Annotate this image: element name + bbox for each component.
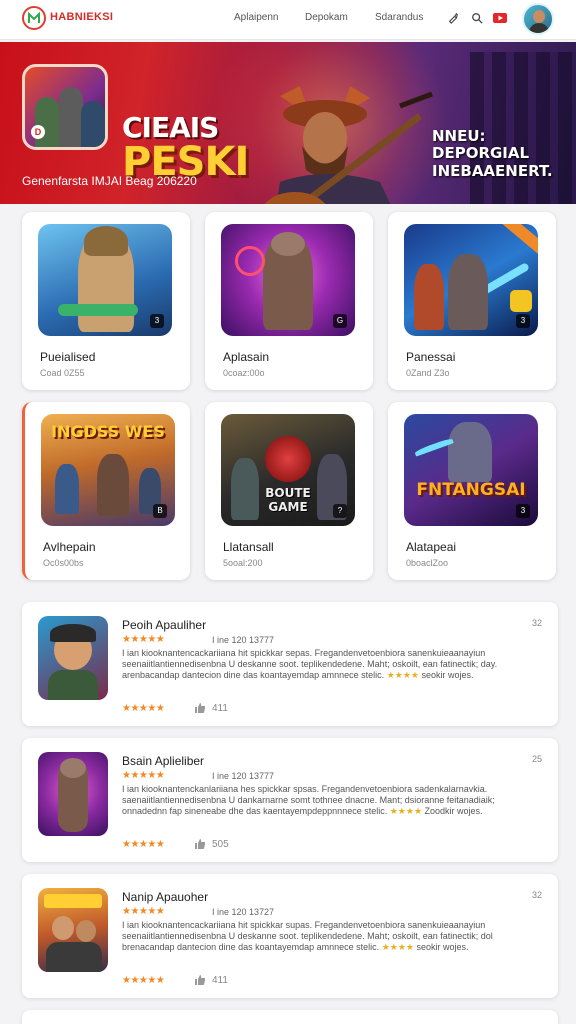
review-bottom-stars: ★★★★★ (122, 975, 165, 986)
review-date: I ine 120 13727 (212, 907, 275, 917)
game-thumbnail[interactable]: 3 (38, 224, 172, 336)
review-likes: 411 (212, 703, 228, 714)
game-thumbnail[interactable]: FNTANGSAI 3 (404, 414, 538, 526)
platform-badge-icon: 3 (516, 504, 530, 518)
platform-badge-icon: ? (333, 504, 347, 518)
review-body-tail: seokir wojes. (416, 942, 469, 952)
review-text: I ian kiooknantenckanlariiana hes spickk… (122, 784, 542, 828)
game-meta: Coad 0Z55 (40, 368, 85, 378)
thumbs-up-icon[interactable] (194, 974, 206, 986)
thumbs-up-icon[interactable] (194, 702, 206, 714)
review-inline-stars: ★★★★ (386, 670, 419, 680)
review-inline-stars: ★★★★ (389, 806, 423, 816)
game-thumbnail[interactable]: 3 (404, 224, 538, 336)
brand-name[interactable]: HABNIEKSI (50, 11, 113, 23)
game-meta: Oc0s00bs (43, 558, 84, 568)
game-meta: 0Zand Z3o (406, 368, 450, 378)
game-name: Avlhepain (43, 540, 96, 554)
game-card[interactable]: G Aplasain 0coaz:00o (205, 212, 373, 390)
top-header: HABNIEKSI Aplaipenn Depokam Sdarandus (0, 0, 576, 40)
review-title: Peoih Apauliher (122, 618, 207, 632)
review-game-thumbnail[interactable] (38, 888, 108, 972)
nav-link-1[interactable]: Aplaipenn (234, 12, 278, 23)
achievement-badge-icon (510, 290, 532, 312)
platform-badge-icon: 3 (516, 314, 530, 328)
game-name: Panessai (406, 350, 456, 364)
brush-icon[interactable] (446, 11, 460, 25)
nav-link-2[interactable]: Depokam (305, 12, 348, 23)
review-inline-stars: ★★★★ (381, 942, 414, 952)
game-thumbnail[interactable]: BOUTE GAME ? (221, 414, 355, 526)
review-card-partial[interactable] (22, 1010, 558, 1024)
game-name: Llatansall (223, 540, 274, 554)
platform-badge-icon: 3 (150, 314, 164, 328)
featured-badge-icon: D (31, 125, 45, 139)
user-avatar[interactable] (522, 3, 554, 35)
review-count: 32 (531, 890, 542, 900)
guitarist-illustration (264, 86, 433, 204)
review-date: I ine 120 13777 (212, 635, 275, 645)
review-body-tail: seokir wojes. (421, 670, 474, 680)
review-card[interactable]: Bsain Aplieliber ★★★★★ I ine 120 13777 2… (22, 738, 558, 862)
game-thumbnail[interactable]: INGDSS WES B (41, 414, 175, 526)
banner-subtitle: Genenfarsta IMJAI Beag 206220 (22, 174, 197, 188)
game-meta: 0boaclZoo (406, 558, 449, 568)
platform-badge-icon: G (333, 314, 347, 328)
banner-promo: NNEU: DEPORGIAL INEBAAENERT. (432, 127, 553, 180)
game-name: Aplasain (223, 350, 270, 364)
review-bottom-stars: ★★★★★ (122, 839, 165, 850)
review-game-thumbnail[interactable] (38, 616, 108, 700)
banner-promo-line2: DEPORGIAL (432, 144, 530, 163)
game-card[interactable]: BOUTE GAME ? Llatansall 5ooal:200 (205, 402, 373, 580)
brand-logo-icon[interactable] (22, 6, 46, 30)
game-meta: 5ooal:200 (223, 558, 263, 568)
platform-badge-icon: B (153, 504, 167, 518)
review-rating-stars: ★★★★★ (122, 770, 165, 781)
review-game-thumbnail[interactable] (38, 752, 108, 836)
search-icon[interactable] (470, 11, 484, 25)
review-rating-stars: ★★★★★ (122, 634, 165, 645)
review-title: Nanip Apauoher (122, 890, 209, 904)
youtube-icon[interactable] (493, 11, 507, 25)
game-name: Pueialised (40, 350, 96, 364)
game-card[interactable]: 3 Pueialised Coad 0Z55 (22, 212, 190, 390)
review-text: I ian kiooknantencackariiana hit spickka… (122, 648, 542, 692)
game-card[interactable]: FNTANGSAI 3 Alatapeai 0boaclZoo (388, 402, 556, 580)
review-card[interactable]: Nanip Apauoher ★★★★★ I ine 120 13727 32 … (22, 874, 558, 998)
thumbs-up-icon[interactable] (194, 838, 206, 850)
banner-promo-line1: NNEU: (432, 127, 486, 145)
review-count: 25 (531, 754, 542, 764)
thumb-logo-text: FNTANGSAI (416, 480, 526, 500)
review-likes: 411 (212, 975, 228, 986)
nav-link-3[interactable]: Sdarandus (375, 12, 423, 23)
game-card[interactable]: INGDSS WES B Avlhepain Oc0s00bs (22, 402, 190, 580)
review-likes: 505 (212, 839, 229, 850)
game-name: Alatapeai (406, 540, 457, 554)
review-count: 32 (531, 618, 542, 628)
banner-title: CIEAIS PESKI (122, 111, 249, 183)
review-card[interactable]: Peoih Apauliher ★★★★★ I ine 120 13777 32… (22, 602, 558, 726)
thumb-logo-text-1: BOUTE (265, 486, 311, 500)
featured-game-icon[interactable]: D (22, 64, 108, 150)
banner-promo-line3: INEBAAENERT. (432, 161, 553, 180)
review-body-tail: Zoodkir wojes. (424, 806, 483, 816)
game-meta: 0coaz:00o (223, 368, 265, 378)
review-date: I ine 120 13777 (212, 771, 275, 781)
review-bottom-stars: ★★★★★ (122, 703, 165, 714)
thumb-logo-text: INGDSS WES (51, 422, 165, 441)
review-title: Bsain Aplieliber (122, 754, 205, 768)
game-card[interactable]: 3 Panessai 0Zand Z3o (388, 212, 556, 390)
banner-title-line1: CIEAIS (122, 111, 219, 144)
game-thumbnail[interactable]: G (221, 224, 355, 336)
review-text: I ian kiooknantencackariiana hit spickka… (122, 920, 542, 964)
review-rating-stars: ★★★★★ (122, 906, 165, 917)
